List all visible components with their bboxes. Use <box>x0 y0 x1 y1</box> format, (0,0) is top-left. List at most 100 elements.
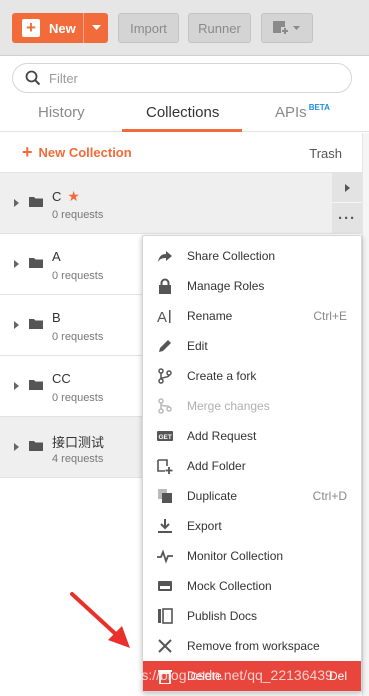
monitor-icon <box>157 549 173 564</box>
watermark: https://blog.csdn.net/qq_22136439 <box>118 667 333 683</box>
collection-name: 接口测试 <box>52 435 105 450</box>
svg-text:A: A <box>157 309 167 324</box>
sidebar-tabs: History Collections APIs BETA <box>0 96 369 132</box>
import-button-label: Import <box>130 20 167 36</box>
expand-caret-icon[interactable] <box>14 199 19 207</box>
collection-name: B <box>52 310 61 325</box>
add-folder-icon <box>157 459 173 474</box>
tab-apis-label: APIs <box>275 104 307 121</box>
collection-row[interactable]: C ★ 0 requests <box>0 173 369 234</box>
collection-name-text: C <box>52 189 62 204</box>
menu-item-share-collection[interactable]: Share Collection <box>143 241 361 271</box>
rename-icon: A <box>157 309 171 324</box>
runner-button-label: Runner <box>198 20 241 36</box>
runner-button[interactable]: Runner <box>188 13 251 43</box>
new-button-label: New <box>49 20 76 36</box>
expand-caret-icon[interactable] <box>14 443 19 451</box>
menu-item-label: Export <box>187 519 222 533</box>
new-dropdown-arrow[interactable] <box>83 13 108 43</box>
menu-item-label: Manage Roles <box>187 279 265 293</box>
collection-request-count: 0 requests <box>52 331 104 343</box>
annotation-arrow-icon <box>70 592 130 648</box>
duplicate-icon <box>158 489 172 503</box>
collection-request-count: 0 requests <box>52 209 104 221</box>
expand-collection-button[interactable] <box>332 173 362 203</box>
active-tab-indicator <box>122 129 242 132</box>
import-button[interactable]: Import <box>118 13 179 43</box>
folder-icon <box>29 441 43 451</box>
menu-item-label: Add Request <box>187 429 257 443</box>
mock-icon <box>158 581 172 591</box>
menu-item-export[interactable]: Export <box>143 511 361 541</box>
get-icon: GET <box>157 431 173 441</box>
menu-item-mock-collection[interactable]: Mock Collection <box>143 571 361 601</box>
menu-item-merge-changes: Merge changes <box>143 391 361 421</box>
chevron-down-icon <box>91 25 101 30</box>
menu-item-label: Add Folder <box>187 459 246 473</box>
search-icon <box>25 70 41 86</box>
plus-icon: + <box>22 19 40 37</box>
menu-item-label: Merge changes <box>187 399 270 413</box>
new-window-button[interactable] <box>261 13 313 43</box>
folder-icon <box>29 258 43 268</box>
collection-request-count: 0 requests <box>52 392 104 404</box>
new-collection-button[interactable]: + New Collection <box>22 142 132 162</box>
trash-button[interactable]: Trash <box>309 146 342 161</box>
collection-actions: + New Collection Trash <box>0 133 369 173</box>
menu-item-monitor-collection[interactable]: Monitor Collection <box>143 541 361 571</box>
collection-name: C ★ <box>52 188 80 205</box>
menu-item-publish-docs[interactable]: Publish Docs <box>143 601 361 631</box>
menu-item-label: Publish Docs <box>187 609 258 623</box>
chevron-right-icon <box>344 183 350 192</box>
lock-icon <box>159 278 171 294</box>
expand-caret-icon[interactable] <box>14 382 19 390</box>
menu-item-label: Create a fork <box>187 369 257 383</box>
menu-item-remove-from-workspace[interactable]: Remove from workspace <box>143 631 361 661</box>
expand-caret-icon[interactable] <box>14 321 19 329</box>
top-toolbar: + New Import Runner <box>0 0 369 56</box>
export-icon <box>158 519 172 533</box>
fork-icon <box>158 368 172 384</box>
collection-request-count: 4 requests <box>52 453 104 465</box>
share-icon <box>158 251 172 262</box>
collection-name: A <box>52 249 61 264</box>
menu-item-shortcut: Ctrl+D <box>312 489 347 503</box>
filter-input[interactable] <box>49 70 329 86</box>
new-window-icon <box>273 21 300 35</box>
tab-apis[interactable]: APIs BETA <box>275 103 330 121</box>
collection-request-count: 0 requests <box>52 270 104 282</box>
tab-history[interactable]: History <box>38 104 85 121</box>
star-icon[interactable]: ★ <box>67 188 80 204</box>
menu-item-label: Share Collection <box>187 249 276 263</box>
merge-icon <box>158 398 172 414</box>
folder-icon <box>29 197 43 207</box>
more-options-button[interactable]: ··· <box>332 203 362 233</box>
beta-badge: BETA <box>308 103 330 112</box>
collection-context-menu: Share Collection Manage Roles A Rename C… <box>142 235 362 692</box>
plus-icon: + <box>22 142 33 162</box>
new-collection-label: New Collection <box>38 145 132 160</box>
menu-item-manage-roles[interactable]: Manage Roles <box>143 271 361 301</box>
menu-item-label: Mock Collection <box>187 579 272 593</box>
menu-item-add-request[interactable]: GET Add Request <box>143 421 361 451</box>
filter-search[interactable] <box>12 63 352 93</box>
menu-item-label: Edit <box>187 339 208 353</box>
menu-item-label: Rename <box>187 309 233 323</box>
collection-name: CC <box>52 371 71 386</box>
menu-item-shortcut: Ctrl+E <box>313 309 347 323</box>
expand-caret-icon[interactable] <box>14 260 19 268</box>
menu-item-duplicate[interactable]: Duplicate Ctrl+D <box>143 481 361 511</box>
svg-text:GET: GET <box>159 434 172 441</box>
menu-item-create-fork[interactable]: Create a fork <box>143 361 361 391</box>
menu-item-label: Monitor Collection <box>187 549 284 563</box>
menu-item-edit[interactable]: Edit <box>143 331 361 361</box>
sidebar-edge <box>362 133 369 696</box>
folder-icon <box>29 380 43 390</box>
tab-collections[interactable]: Collections <box>146 104 219 121</box>
remove-icon <box>158 639 172 653</box>
docs-icon <box>158 608 173 624</box>
menu-item-label: Remove from workspace <box>187 639 320 653</box>
menu-item-add-folder[interactable]: Add Folder <box>143 451 361 481</box>
new-button[interactable]: + New <box>12 13 108 43</box>
menu-item-rename[interactable]: A Rename Ctrl+E <box>143 301 361 331</box>
